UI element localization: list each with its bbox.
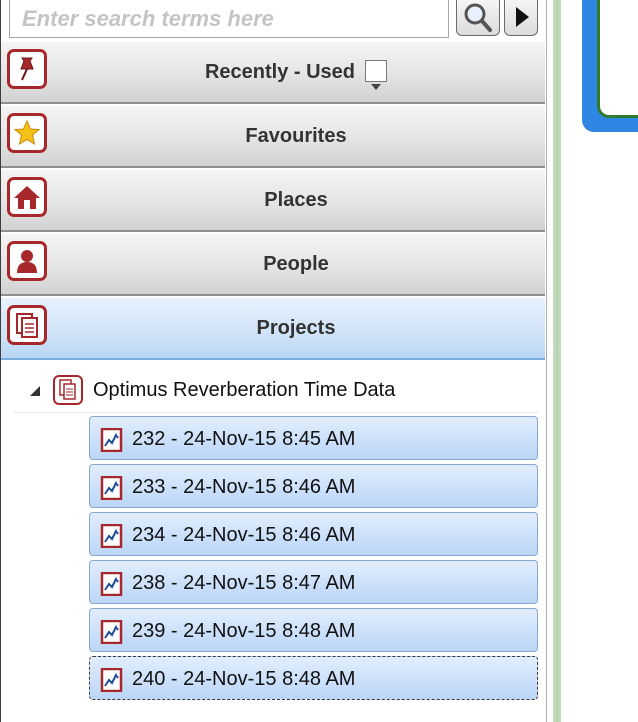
category-label: Places [264,189,328,211]
content-card [597,0,638,118]
category-recently-used[interactable]: Recently - Used [1,42,545,104]
category-favourites[interactable]: Favourites [1,106,545,168]
tree-item-label: 232 - 24-Nov-15 8:45 AM [132,428,356,450]
category-places[interactable]: Places [1,170,545,232]
search-input[interactable] [9,0,449,38]
tree-item[interactable]: 238 - 24-Nov-15 8:47 AM [89,560,538,604]
category-label: Recently - Used [204,61,356,83]
tree-item[interactable]: 232 - 24-Nov-15 8:45 AM [89,416,538,460]
search-bar [1,0,547,42]
category-projects[interactable]: Projects [1,298,545,360]
magnifier-icon [464,3,492,32]
tree-item[interactable]: 240 - 24-Nov-15 8:48 AM [89,656,538,700]
measurement-file-icon [100,428,123,452]
pushpin-icon [7,49,47,89]
navigation-panel: Recently - Used Favourites Places People [0,0,547,722]
tree-item-label: 234 - 24-Nov-15 8:46 AM [132,524,356,546]
tree-item[interactable]: 233 - 24-Nov-15 8:46 AM [89,464,538,508]
tree-item-label: 233 - 24-Nov-15 8:46 AM [132,476,356,498]
category-label: People [263,253,329,275]
measurement-file-icon [100,572,123,596]
dropdown-arrow-icon[interactable] [365,59,388,90]
collapse-triangle-icon[interactable] [29,385,41,397]
project-document-icon [53,375,83,405]
tree-item[interactable]: 234 - 24-Nov-15 8:46 AM [89,512,538,556]
person-icon [7,241,47,281]
tree-node-label: Optimus Reverberation Time Data [93,379,396,401]
tree-item[interactable]: 239 - 24-Nov-15 8:48 AM [89,608,538,652]
measurement-file-icon [100,524,123,548]
measurement-file-icon [100,620,123,644]
search-button[interactable] [456,0,500,36]
measurement-file-icon [100,476,123,500]
star-icon [7,113,47,153]
tree-item-label: 239 - 24-Nov-15 8:48 AM [132,620,356,642]
category-label: Favourites [245,125,347,147]
go-button[interactable] [504,0,538,36]
tree-item-label: 240 - 24-Nov-15 8:48 AM [132,668,356,690]
category-people[interactable]: People [1,234,545,296]
tree-item-label: 238 - 24-Nov-15 8:47 AM [132,572,356,594]
category-label: Projects [256,317,336,339]
document-icon [7,305,47,345]
measurement-file-icon [100,668,123,692]
house-icon [7,177,47,217]
tree-node-project[interactable]: Optimus Reverberation Time Data [13,368,539,413]
play-arrow-icon [516,7,529,27]
panel-splitter[interactable] [546,0,566,722]
